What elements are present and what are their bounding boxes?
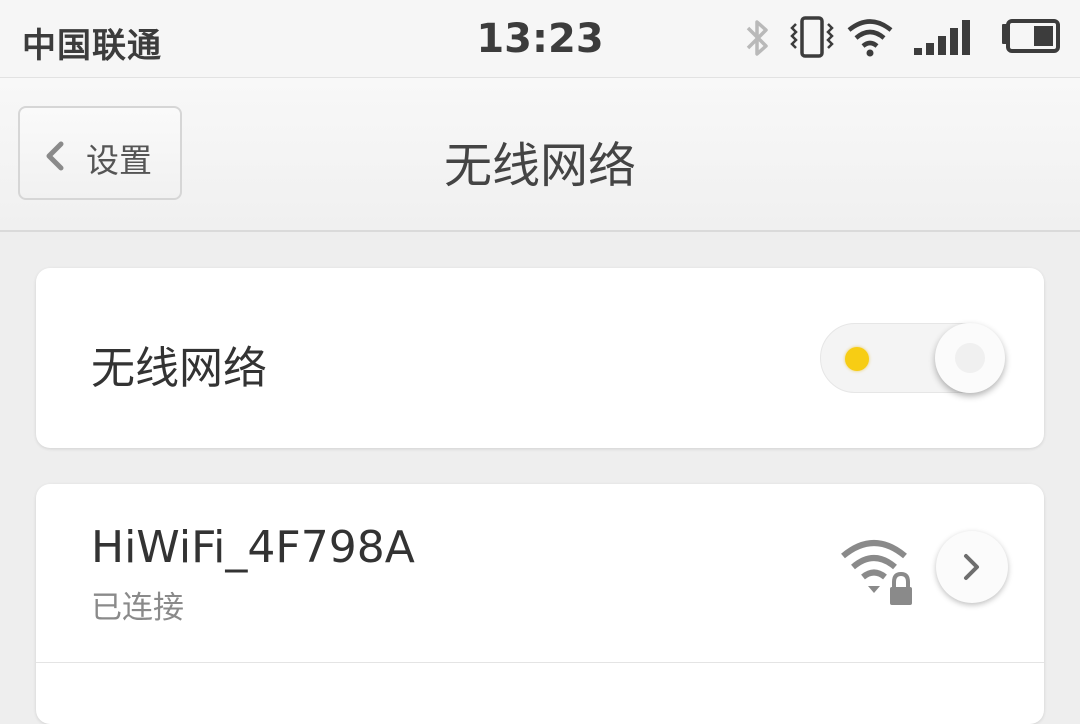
page-title: 无线网络	[443, 138, 636, 194]
wifi-icon	[847, 19, 893, 57]
network-status: 已连接	[91, 590, 184, 626]
wifi-toggle-card: 无线网络	[36, 268, 1044, 448]
toggle-knob-center	[955, 343, 985, 373]
network-details-button[interactable]	[936, 531, 1008, 603]
wifi-toggle-label: 无线网络	[91, 343, 267, 394]
network-list-card: HiWiFi_4F798A 已连接	[36, 484, 1044, 724]
chevron-right-icon	[964, 554, 979, 580]
vibrate-icon	[790, 16, 834, 58]
network-name: HiWiFi_4F798A	[91, 522, 415, 573]
wifi-toggle-switch[interactable]	[820, 323, 1005, 393]
card-divider	[36, 662, 1044, 663]
navigation-bar: 设置 无线网络	[0, 78, 1080, 232]
toggle-knob[interactable]	[935, 323, 1005, 393]
toggle-on-indicator	[845, 347, 869, 371]
wifi-lock-icon	[841, 540, 912, 605]
battery-icon	[1002, 19, 1060, 53]
signal-icon	[914, 20, 970, 55]
bluetooth-icon	[746, 20, 768, 56]
status-bar: 中国联通 13:23	[0, 0, 1080, 78]
